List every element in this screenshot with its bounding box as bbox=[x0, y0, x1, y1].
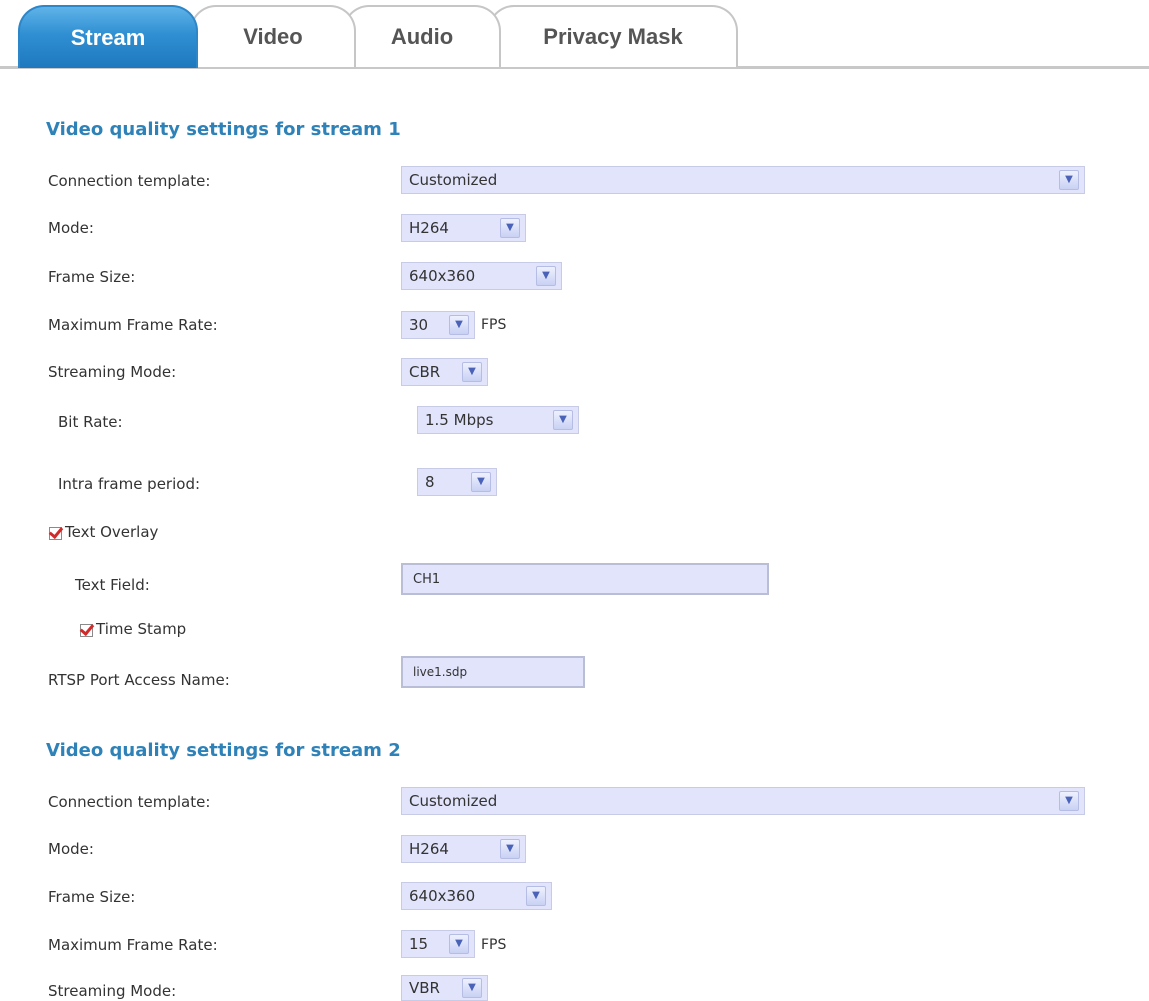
stream1-frame-size-label: Frame Size: bbox=[48, 268, 136, 286]
stream2-mode-label: Mode: bbox=[48, 840, 94, 858]
stream1-streaming-mode-select[interactable]: CBR ▼ bbox=[401, 358, 488, 386]
stream1-title: Video quality settings for stream 1 bbox=[46, 119, 401, 140]
chevron-down-icon: ▼ bbox=[449, 315, 469, 335]
stream2-frame-size-label: Frame Size: bbox=[48, 888, 136, 906]
stream1-bit-rate-label: Bit Rate: bbox=[58, 413, 123, 431]
chevron-down-icon: ▼ bbox=[1059, 170, 1079, 190]
stream1-mode-label: Mode: bbox=[48, 219, 94, 237]
text-field-input[interactable]: CH1 bbox=[401, 563, 769, 595]
stream2-streaming-mode-label: Streaming Mode: bbox=[48, 982, 177, 1000]
stream2-mode-value: H264 bbox=[409, 840, 449, 858]
tab-bar: Privacy Mask Audio Video Stream bbox=[0, 0, 1149, 70]
stream1-streaming-mode-label: Streaming Mode: bbox=[48, 363, 177, 381]
chevron-down-icon: ▼ bbox=[500, 218, 520, 238]
chevron-down-icon: ▼ bbox=[462, 978, 482, 998]
stream2-max-frame-rate-select[interactable]: 15 ▼ bbox=[401, 930, 475, 958]
tab-video[interactable]: Video bbox=[190, 5, 356, 67]
tab-privacy-mask[interactable]: Privacy Mask bbox=[488, 5, 738, 67]
stream2-connection-template-label: Connection template: bbox=[48, 793, 211, 811]
stream1-connection-template-select[interactable]: Customized ▼ bbox=[401, 166, 1085, 194]
chevron-down-icon: ▼ bbox=[526, 886, 546, 906]
stream1-streaming-mode-value: CBR bbox=[409, 363, 441, 381]
time-stamp-label: Time Stamp bbox=[96, 620, 187, 638]
chevron-down-icon: ▼ bbox=[449, 934, 469, 954]
chevron-down-icon: ▼ bbox=[500, 839, 520, 859]
chevron-down-icon: ▼ bbox=[471, 472, 491, 492]
stream2-frame-size-select[interactable]: 640x360 ▼ bbox=[401, 882, 552, 910]
stream2-max-frame-rate-value: 15 bbox=[409, 935, 429, 953]
stream1-mode-value: H264 bbox=[409, 219, 449, 237]
stream2-connection-template-value: Customized bbox=[409, 792, 498, 810]
stream2-connection-template-select[interactable]: Customized ▼ bbox=[401, 787, 1085, 815]
stream2-streaming-mode-value: VBR bbox=[409, 979, 440, 997]
text-field-label: Text Field: bbox=[75, 576, 150, 594]
stream2-frame-size-value: 640x360 bbox=[409, 887, 476, 905]
stream1-intra-frame-select[interactable]: 8 ▼ bbox=[417, 468, 497, 496]
tab-stream[interactable]: Stream bbox=[18, 5, 198, 68]
stream1-fps-unit: FPS bbox=[481, 317, 507, 333]
text-field-value: CH1 bbox=[413, 571, 441, 587]
chevron-down-icon: ▼ bbox=[462, 362, 482, 382]
stream1-bit-rate-value: 1.5 Mbps bbox=[425, 411, 494, 429]
stream2-title: Video quality settings for stream 2 bbox=[46, 740, 401, 761]
time-stamp-checkbox[interactable] bbox=[80, 624, 93, 637]
rtsp-access-name-input[interactable]: live1.sdp bbox=[401, 656, 585, 688]
chevron-down-icon: ▼ bbox=[536, 266, 556, 286]
stream2-streaming-mode-select[interactable]: VBR ▼ bbox=[401, 975, 488, 1001]
chevron-down-icon: ▼ bbox=[1059, 791, 1079, 811]
stream1-frame-size-value: 640x360 bbox=[409, 267, 476, 285]
stream1-bit-rate-select[interactable]: 1.5 Mbps ▼ bbox=[417, 406, 579, 434]
stream1-intra-frame-label: Intra frame period: bbox=[58, 475, 201, 493]
tab-audio[interactable]: Audio bbox=[343, 5, 501, 67]
stream2-max-frame-rate-label: Maximum Frame Rate: bbox=[48, 936, 218, 954]
chevron-down-icon: ▼ bbox=[553, 410, 573, 430]
stream2-fps-unit: FPS bbox=[481, 937, 507, 953]
stream1-max-frame-rate-select[interactable]: 30 ▼ bbox=[401, 311, 475, 339]
text-overlay-label: Text Overlay bbox=[65, 523, 159, 541]
stream1-connection-template-value: Customized bbox=[409, 171, 498, 189]
stream2-mode-select[interactable]: H264 ▼ bbox=[401, 835, 526, 863]
stream1-frame-size-select[interactable]: 640x360 ▼ bbox=[401, 262, 562, 290]
stream1-max-frame-rate-value: 30 bbox=[409, 316, 429, 334]
stream1-connection-template-label: Connection template: bbox=[48, 172, 211, 190]
stream1-intra-frame-value: 8 bbox=[425, 473, 435, 491]
stream1-mode-select[interactable]: H264 ▼ bbox=[401, 214, 526, 242]
text-overlay-checkbox[interactable] bbox=[49, 527, 62, 540]
stream1-max-frame-rate-label: Maximum Frame Rate: bbox=[48, 316, 218, 334]
rtsp-access-name-label: RTSP Port Access Name: bbox=[48, 671, 230, 689]
rtsp-access-name-value: live1.sdp bbox=[413, 665, 468, 679]
